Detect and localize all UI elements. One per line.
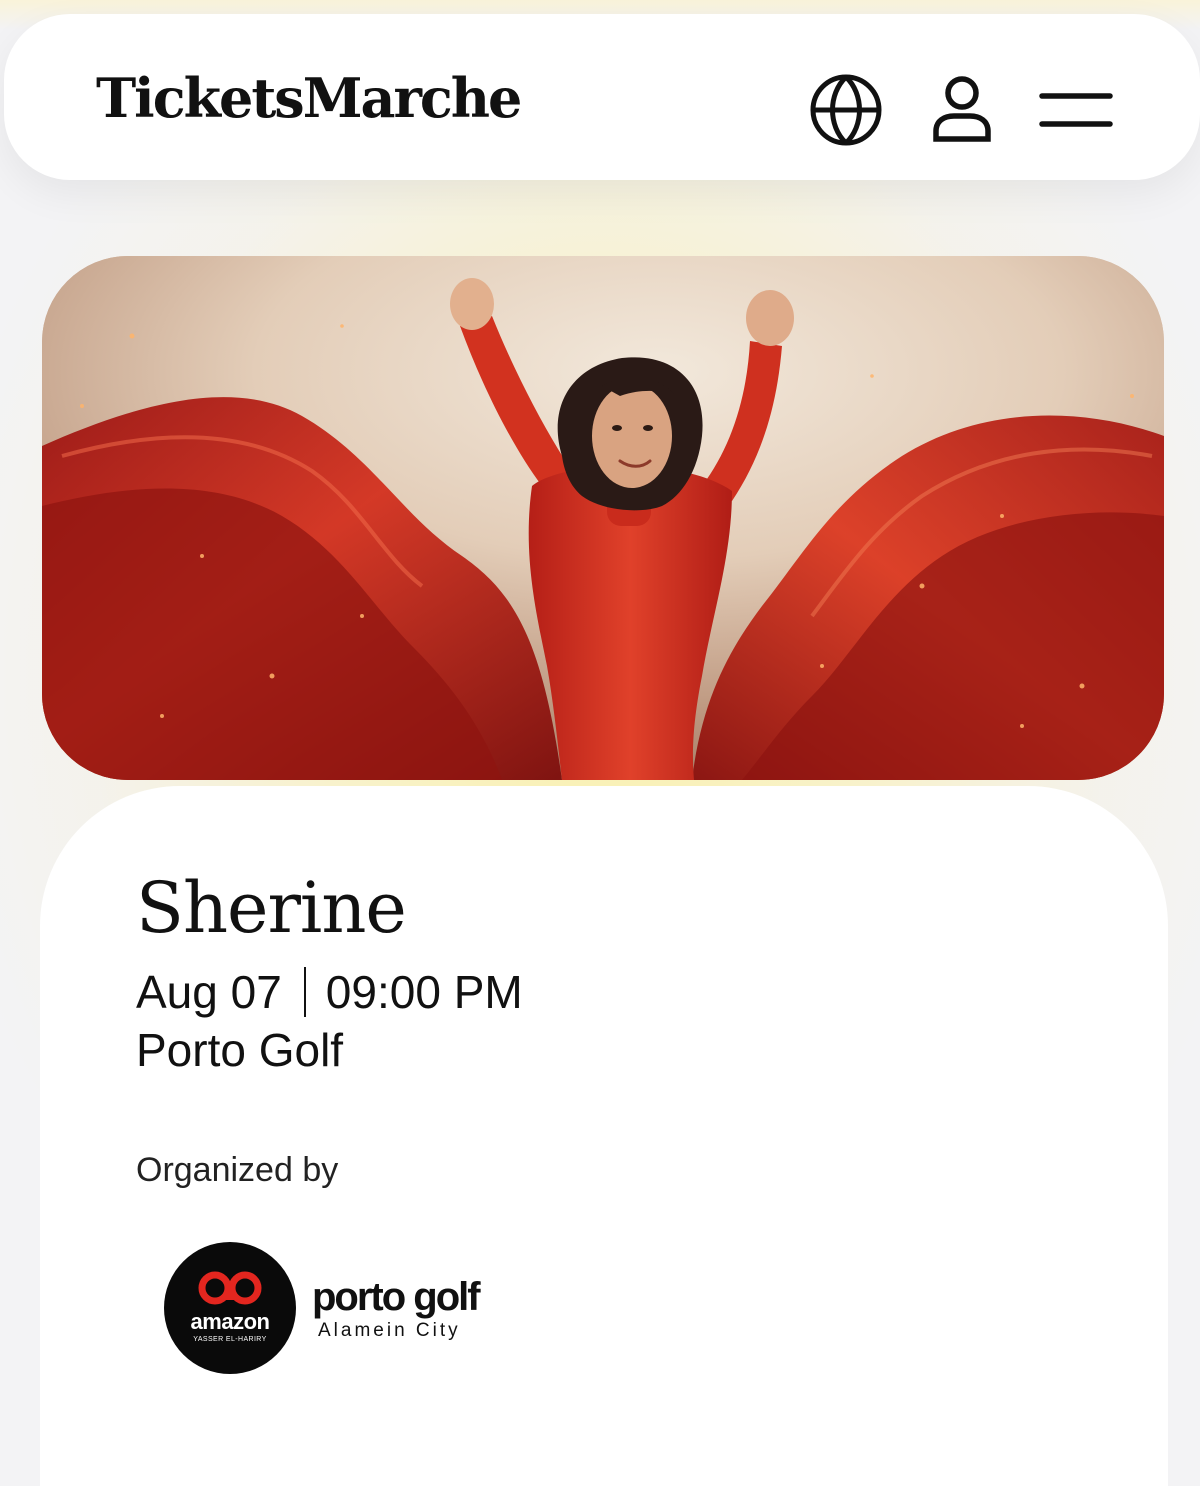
event-info-card: Sherine Aug 07 09:00 PM Porto Golf Organ… [40, 786, 1168, 1486]
event-title: Sherine [136, 867, 407, 949]
amazon-subtitle: YASSER EL-HARIRY [193, 1336, 267, 1343]
datetime-divider [303, 967, 306, 1017]
site-logo[interactable]: TicketsMarche [96, 66, 522, 130]
globe-icon[interactable] [808, 72, 884, 148]
porto-golf-organizer-logo[interactable]: porto golf Alamein City [312, 1275, 481, 1342]
event-venue: Porto Golf [136, 1024, 344, 1076]
amazon-wordmark: amazon [190, 1309, 270, 1334]
event-hero-image [42, 256, 1164, 780]
site-header: TicketsMarche [4, 14, 1200, 180]
amazon-organizer-logo[interactable]: amazon YASSER EL-HARIRY [164, 1242, 296, 1374]
event-date: Aug 07 [136, 966, 282, 1018]
user-icon[interactable] [924, 72, 1000, 148]
organized-by-label: Organized by [136, 1151, 339, 1189]
amazon-mark-icon [198, 1271, 262, 1305]
porto-golf-wordmark: porto golf [312, 1275, 481, 1319]
porto-golf-subtitle: Alamein City [318, 1320, 461, 1341]
event-time: 09:00 PM [325, 966, 523, 1018]
event-datetime: Aug 07 09:00 PM [136, 964, 523, 1020]
menu-icon[interactable] [1038, 72, 1114, 148]
